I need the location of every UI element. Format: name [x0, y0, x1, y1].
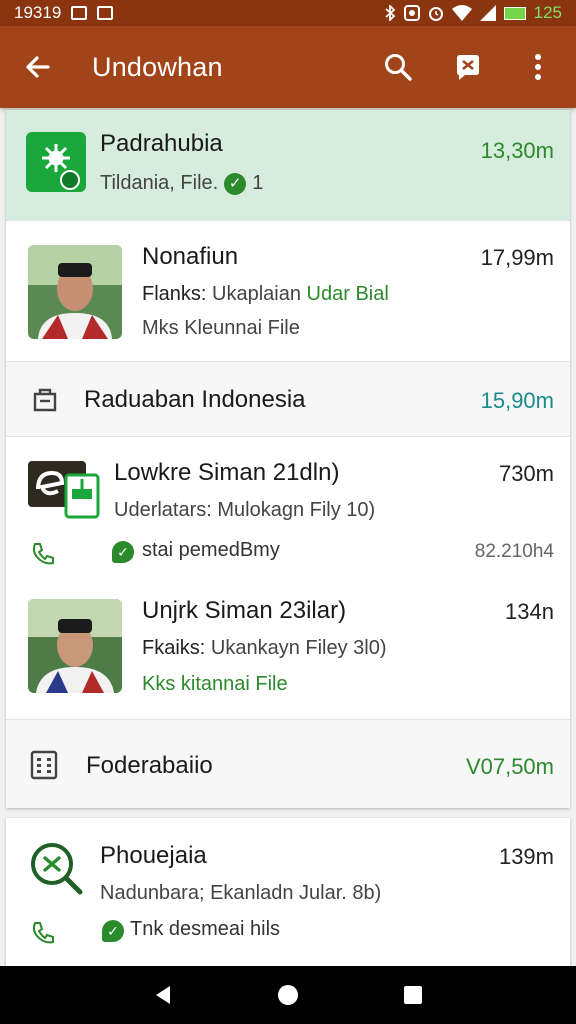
unread-count: 1 [252, 172, 264, 194]
chat-icon [457, 55, 479, 80]
item-subtitle-secondary: Mks Kleunnai File [142, 317, 300, 339]
search-logo-icon [31, 843, 83, 895]
phone-icon [32, 922, 54, 944]
app-bar: Undowhan [0, 26, 576, 108]
item-time: 139m [498, 844, 554, 869]
battery-icon [503, 6, 526, 20]
item-name: Padrahubia [100, 130, 223, 157]
item-name: Raduaban Indonesia [84, 386, 306, 413]
overflow-menu-button[interactable] [518, 47, 558, 87]
chat-list-card: Phouejaia Nadunbara; Ekanladn Jular. 8b)… [6, 818, 570, 970]
app-logo-icon [26, 132, 86, 192]
more-vert-icon [535, 54, 541, 80]
item-subtitle-secondary: Kks kitannai File [142, 673, 288, 695]
item-extra-time: 82.210h4 [474, 541, 554, 562]
status-badge: ✓ [102, 920, 124, 942]
square-recents-icon [404, 986, 423, 1004]
item-subtitle: Nadunbara; Ekanladn Jular. 8b) [100, 882, 382, 904]
search-button[interactable] [378, 47, 418, 87]
arrow-left-icon [26, 56, 50, 78]
item-time: 17,99m [480, 245, 554, 270]
item-time: 730m [498, 461, 554, 486]
chat-button[interactable] [448, 47, 488, 87]
list-item[interactable]: Nonafiun Flanks: Ukaplaian Udar Bial Mks… [6, 221, 570, 361]
list-item[interactable]: Raduaban Indonesia 15,90m [6, 362, 570, 436]
circle-home-icon [277, 985, 298, 1005]
calculator-icon [30, 750, 58, 780]
list-item[interactable]: Foderabaiio V07,50m [6, 720, 570, 808]
nav-back-button[interactable] [143, 975, 183, 1015]
check-badge-icon: ✓ [224, 172, 247, 195]
notification-box-icon [97, 6, 114, 20]
item-name: Unjrk Siman 23ilar) [142, 597, 347, 624]
list-item[interactable]: Padrahubia Tildania, File. ✓ 1 13,30m [6, 110, 570, 220]
back-button[interactable] [18, 47, 58, 87]
item-subtitle: Flanks: Ukaplaian Udar Bial [142, 283, 389, 305]
bluetooth-icon [385, 5, 395, 21]
item-subtitle: Tildania, File. ✓ 1 [100, 172, 264, 195]
avatar [28, 599, 122, 693]
nav-recents-button[interactable] [393, 975, 433, 1015]
item-time: 15,90m [480, 388, 554, 413]
status-bar: 19319 125 [0, 0, 576, 26]
item-time: 134n [505, 599, 554, 624]
notification-box-icon [71, 6, 88, 20]
item-subtitle: Fkaiks: Ukankayn Filey 3l0) [142, 637, 387, 659]
page-title: Undowhan [92, 51, 223, 82]
item-subtitle: Uderlatars: Mulokagn Fily 10) [114, 499, 376, 521]
phone-icon [32, 543, 54, 565]
item-name: Foderabaiio [86, 752, 213, 779]
item-time: V07,50m [465, 754, 554, 779]
avatar [28, 245, 122, 339]
system-nav-bar [0, 966, 576, 1024]
search-icon [385, 54, 412, 81]
signal-icon [479, 5, 496, 21]
item-name: Nonafiun [142, 243, 239, 270]
wifi-icon [451, 5, 472, 21]
nav-home-button[interactable] [268, 975, 308, 1015]
list-item[interactable]: Lowkre Siman 21dln) Uderlatars: Mulokagn… [6, 437, 570, 575]
list-item[interactable]: Phouejaia Nadunbara; Ekanladn Jular. 8b)… [6, 818, 570, 970]
shopping-bag-icon [33, 388, 57, 412]
status-badge: ✓ [112, 541, 134, 563]
alarm-icon [428, 7, 443, 21]
item-name: Phouejaia [100, 842, 207, 869]
item-name: Lowkre Siman 21dln) [114, 459, 340, 486]
list-item[interactable]: Unjrk Siman 23ilar) Fkaiks: Ukankayn Fil… [6, 575, 570, 719]
file-logo-icon [28, 459, 100, 521]
triangle-back-icon [155, 986, 170, 1004]
status-time: 19319 [14, 3, 62, 22]
item-extra: stai pemedBmy [142, 539, 280, 561]
chat-list-card: Padrahubia Tildania, File. ✓ 1 13,30m No… [6, 110, 570, 808]
item-time: 13,30m [480, 138, 554, 163]
item-extra: Tnk desmeai hils [130, 918, 281, 940]
status-right-time: 125 [533, 3, 562, 22]
nfc-icon [403, 5, 420, 21]
